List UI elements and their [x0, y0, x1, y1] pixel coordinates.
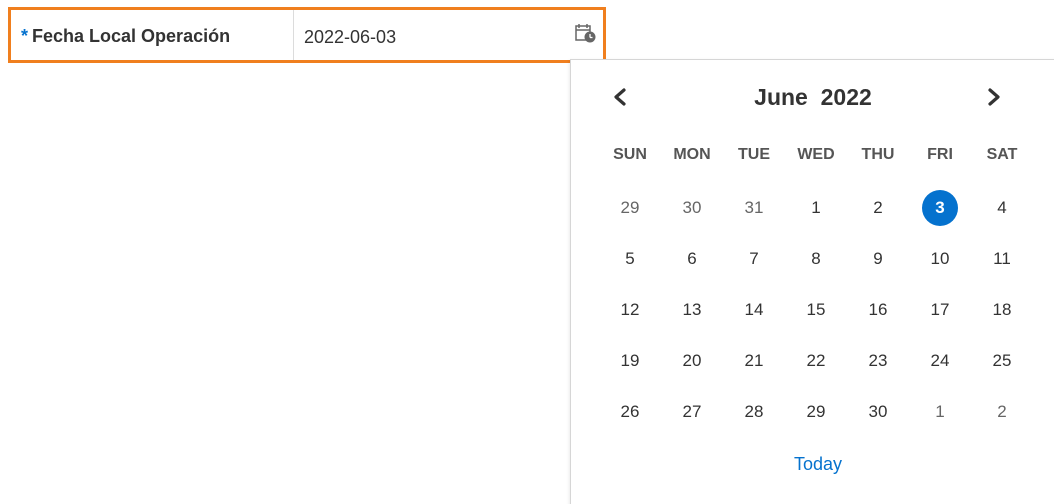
calendar-day[interactable]: 29 [599, 190, 661, 226]
weekday-thu: THU [861, 146, 895, 163]
calendar-day-label: 1 [811, 198, 821, 217]
calendar-day[interactable]: 11 [971, 241, 1033, 277]
date-field-highlight: * Fecha Local Operación 2022-06-03 [8, 7, 606, 63]
calendar-day-label: 1 [935, 402, 945, 421]
calendar-day-label: 31 [744, 198, 764, 217]
calendar-day[interactable]: 18 [971, 292, 1033, 328]
calendar-day[interactable]: 17 [909, 292, 971, 328]
calendar-day-label: 13 [682, 300, 702, 319]
year-label: 2022 [820, 84, 872, 110]
calendar-day-label: 23 [868, 351, 888, 370]
calendar-day-label: 2 [873, 198, 883, 217]
weekday-mon: MON [673, 146, 711, 163]
required-marker: * [21, 26, 29, 46]
calendar-day[interactable]: 31 [723, 190, 785, 226]
calendar-day[interactable]: 1 [785, 190, 847, 226]
calendar-day-label: 28 [744, 402, 764, 421]
calendar-day[interactable]: 14 [723, 292, 785, 328]
calendar-day-label: 15 [806, 300, 826, 319]
calendar-day[interactable]: 6 [661, 241, 723, 277]
calendar-day-label: 24 [930, 351, 950, 370]
weekday-sun: SUN [613, 146, 647, 163]
calendar-day[interactable]: 22 [785, 343, 847, 379]
calendar-day-selected[interactable]: 3 [909, 190, 971, 226]
weekday-wed: WED [797, 146, 835, 163]
calendar-day-label: 7 [749, 249, 759, 268]
calendar-day[interactable]: 2 [971, 394, 1033, 430]
date-input[interactable]: 2022-06-03 [293, 10, 603, 60]
field-label: * Fecha Local Operación [21, 26, 230, 47]
calendar-day[interactable]: 25 [971, 343, 1033, 379]
calendar-day-label: 21 [744, 351, 764, 370]
calendar-day-label: 25 [992, 351, 1012, 370]
calendar-day[interactable]: 29 [785, 394, 847, 430]
calendar-day[interactable]: 21 [723, 343, 785, 379]
month-label: June [754, 84, 808, 110]
calendar-day[interactable]: 26 [599, 394, 661, 430]
chevron-right-icon[interactable] [979, 82, 1009, 112]
calendar-day-label: 29 [620, 198, 640, 217]
calendar-day-label: 5 [625, 249, 635, 268]
calendar-day[interactable]: 16 [847, 292, 909, 328]
calendar-day-label: 17 [930, 300, 950, 319]
calendar-day-label: 11 [993, 249, 1011, 268]
calendar-day[interactable]: 27 [661, 394, 723, 430]
calendar-day[interactable]: 10 [909, 241, 971, 277]
calendar-day-label: 12 [620, 300, 640, 319]
calendar-day-label: 29 [806, 402, 826, 421]
calendar-icon[interactable] [575, 22, 597, 44]
calendar-day[interactable]: 4 [971, 190, 1033, 226]
calendar-day[interactable]: 13 [661, 292, 723, 328]
calendar-day-label: 8 [811, 249, 821, 268]
calendar-day-label: 10 [930, 249, 950, 268]
calendar-day[interactable]: 20 [661, 343, 723, 379]
calendar-day-label: 26 [620, 402, 640, 421]
calendar-day-label: 30 [868, 402, 888, 421]
calendar-day[interactable]: 24 [909, 343, 971, 379]
calendar-day-label: 19 [620, 351, 640, 370]
calendar-day[interactable]: 5 [599, 241, 661, 277]
calendar-day-label: 14 [744, 300, 764, 319]
calendar-day[interactable]: 8 [785, 241, 847, 277]
calendar-day[interactable]: 19 [599, 343, 661, 379]
calendar-day[interactable]: 30 [847, 394, 909, 430]
calendar-day-label: 4 [997, 198, 1007, 217]
field-label-text: Fecha Local Operación [32, 26, 231, 46]
calendar-day-label: 22 [806, 351, 826, 370]
weekday-tue: TUE [738, 146, 770, 163]
calendar-day-label: 27 [682, 402, 702, 421]
calendar-day-label: 3 [922, 190, 958, 226]
weekday-sat: SAT [986, 146, 1018, 163]
date-input-value[interactable]: 2022-06-03 [304, 27, 396, 48]
calendar-day-label: 18 [992, 300, 1012, 319]
calendar-day-label: 9 [873, 249, 883, 268]
calendar-day[interactable]: 28 [723, 394, 785, 430]
calendar-day[interactable]: 9 [847, 241, 909, 277]
calendar-day[interactable]: 2 [847, 190, 909, 226]
calendar-day[interactable]: 1 [909, 394, 971, 430]
calendar-day[interactable]: 23 [847, 343, 909, 379]
calendar-day-label: 16 [868, 300, 888, 319]
calendar-day[interactable]: 15 [785, 292, 847, 328]
calendar-day-label: 30 [682, 198, 702, 217]
weekday-fri: FRI [927, 146, 953, 163]
calendar-day-label: 20 [682, 351, 702, 370]
today-link[interactable]: Today [571, 454, 1054, 475]
weekday-header-row: SUN MON TUE WED THU FRI SAT [599, 146, 1033, 166]
calendar-day-label: 2 [997, 402, 1007, 421]
calendar-day[interactable]: 7 [723, 241, 785, 277]
calendar-day-label: 6 [687, 249, 697, 268]
calendar-day[interactable]: 12 [599, 292, 661, 328]
calendar-header: June 2022 [571, 82, 1054, 112]
calendar-day[interactable]: 30 [661, 190, 723, 226]
date-picker-popup: June 2022 SUN MON TUE WED THU FRI SAT 29… [570, 59, 1054, 504]
